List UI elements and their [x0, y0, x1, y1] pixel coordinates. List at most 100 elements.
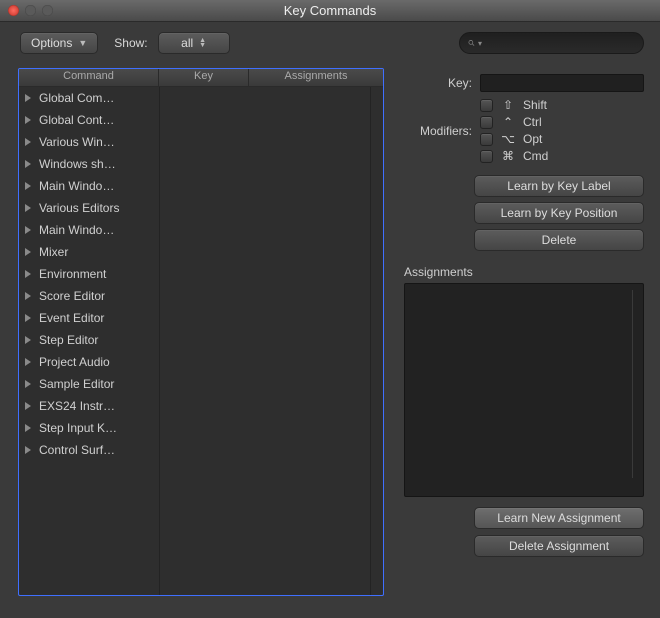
- modifier-symbol: ⌃: [501, 115, 515, 129]
- table-row[interactable]: Sample Editor: [19, 373, 383, 395]
- updown-caret-icon: ▲▼: [199, 38, 206, 48]
- row-label: Project Audio: [39, 355, 157, 369]
- table-header: Command Key Assignments: [19, 69, 383, 87]
- learn-by-key-label-button[interactable]: Learn by Key Label: [474, 175, 644, 197]
- disclosure-triangle-icon[interactable]: [25, 402, 31, 410]
- modifier-row: ⇧ Shift: [480, 98, 644, 112]
- table-row[interactable]: Mixer: [19, 241, 383, 263]
- learn-new-assignment-button[interactable]: Learn New Assignment: [474, 507, 644, 529]
- modifier-name: Cmd: [523, 149, 548, 163]
- table-row[interactable]: Various Editors: [19, 197, 383, 219]
- disclosure-triangle-icon[interactable]: [25, 94, 31, 102]
- assignments-list[interactable]: [404, 283, 644, 497]
- show-value: all: [181, 36, 193, 50]
- modifier-checkbox[interactable]: [480, 133, 493, 146]
- modifier-checkbox[interactable]: [480, 116, 493, 129]
- table-row[interactable]: Global Cont…: [19, 109, 383, 131]
- close-icon[interactable]: [8, 5, 19, 16]
- window-titlebar: Key Commands: [0, 0, 660, 22]
- disclosure-triangle-icon[interactable]: [25, 336, 31, 344]
- search-input[interactable]: [486, 36, 635, 51]
- row-label: Main Windo…: [39, 179, 157, 193]
- zoom-icon[interactable]: [42, 5, 53, 16]
- key-label: Key:: [402, 76, 472, 90]
- disclosure-triangle-icon[interactable]: [25, 292, 31, 300]
- header-key[interactable]: Key: [159, 69, 249, 86]
- modifier-row: ⌘ Cmd: [480, 149, 644, 163]
- row-label: Step Editor: [39, 333, 157, 347]
- row-label: Environment: [39, 267, 157, 281]
- disclosure-triangle-icon[interactable]: [25, 226, 31, 234]
- show-label: Show:: [114, 36, 147, 50]
- delete-button[interactable]: Delete: [474, 229, 644, 251]
- modifier-name: Ctrl: [523, 115, 542, 129]
- row-label: Various Editors: [39, 201, 157, 215]
- table-row[interactable]: Main Windo…: [19, 175, 383, 197]
- modifier-symbol: ⌥: [501, 132, 515, 146]
- row-label: Step Input K…: [39, 421, 157, 435]
- modifiers-label: Modifiers:: [402, 124, 472, 138]
- table-row[interactable]: Windows sh…: [19, 153, 383, 175]
- window-title: Key Commands: [284, 3, 376, 18]
- minimize-icon[interactable]: [25, 5, 36, 16]
- table-row[interactable]: Control Surf…: [19, 439, 383, 461]
- table-row[interactable]: Event Editor: [19, 307, 383, 329]
- modifier-checkbox[interactable]: [480, 150, 493, 163]
- table-row[interactable]: Step Editor: [19, 329, 383, 351]
- modifier-row: ⌃ Ctrl: [480, 115, 644, 129]
- modifier-symbol: ⌘: [501, 149, 515, 163]
- table-row[interactable]: Step Input K…: [19, 417, 383, 439]
- row-label: Global Cont…: [39, 113, 157, 127]
- disclosure-triangle-icon[interactable]: [25, 446, 31, 454]
- header-command[interactable]: Command: [19, 69, 159, 86]
- row-label: Various Win…: [39, 135, 157, 149]
- modifier-checkbox[interactable]: [480, 99, 493, 112]
- disclosure-triangle-icon[interactable]: [25, 138, 31, 146]
- traffic-lights: [8, 5, 53, 16]
- modifier-row: ⌥ Opt: [480, 132, 644, 146]
- toolbar: Options ▼ Show: all ▲▼ ▾: [0, 22, 660, 60]
- row-label: Control Surf…: [39, 443, 157, 457]
- header-assignments[interactable]: Assignments: [249, 69, 383, 86]
- disclosure-triangle-icon[interactable]: [25, 204, 31, 212]
- table-row[interactable]: EXS24 Instr…: [19, 395, 383, 417]
- assignments-heading: Assignments: [398, 261, 648, 283]
- disclosure-triangle-icon[interactable]: [25, 270, 31, 278]
- disclosure-triangle-icon[interactable]: [25, 380, 31, 388]
- table-row[interactable]: Main Windo…: [19, 219, 383, 241]
- options-label: Options: [31, 36, 72, 50]
- row-label: Score Editor: [39, 289, 157, 303]
- detail-panel: Key: Modifiers: ⇧ Shift ⌃ Ctrl ⌥ Opt ⌘ Cmd Lear…: [398, 68, 648, 600]
- search-icon: [468, 37, 475, 49]
- table-row[interactable]: Score Editor: [19, 285, 383, 307]
- modifier-symbol: ⇧: [501, 98, 515, 112]
- table-row[interactable]: Project Audio: [19, 351, 383, 373]
- command-table[interactable]: Command Key Assignments Global Com…Globa…: [18, 68, 384, 596]
- table-row[interactable]: Various Win…: [19, 131, 383, 153]
- options-menu-button[interactable]: Options ▼: [20, 32, 98, 54]
- modifier-name: Shift: [523, 98, 547, 112]
- disclosure-triangle-icon[interactable]: [25, 314, 31, 322]
- search-field[interactable]: ▾: [459, 32, 644, 54]
- show-select[interactable]: all ▲▼: [158, 32, 230, 54]
- key-field[interactable]: [480, 74, 644, 92]
- chevron-down-icon: ▾: [478, 39, 482, 48]
- disclosure-triangle-icon[interactable]: [25, 160, 31, 168]
- disclosure-triangle-icon[interactable]: [25, 424, 31, 432]
- column-divider: [159, 87, 160, 595]
- row-label: Windows sh…: [39, 157, 157, 171]
- table-row[interactable]: Environment: [19, 263, 383, 285]
- table-row[interactable]: Global Com…: [19, 87, 383, 109]
- disclosure-triangle-icon[interactable]: [25, 248, 31, 256]
- delete-assignment-button[interactable]: Delete Assignment: [474, 535, 644, 557]
- row-label: Event Editor: [39, 311, 157, 325]
- modifier-name: Opt: [523, 132, 542, 146]
- table-body: Global Com… Global Cont… Various Win… Windo…: [19, 87, 383, 461]
- disclosure-triangle-icon[interactable]: [25, 116, 31, 124]
- modifiers-list: ⇧ Shift ⌃ Ctrl ⌥ Opt ⌘ Cmd: [480, 98, 644, 163]
- learn-by-key-position-button[interactable]: Learn by Key Position: [474, 202, 644, 224]
- chevron-down-icon: ▼: [78, 38, 87, 48]
- disclosure-triangle-icon[interactable]: [25, 358, 31, 366]
- row-label: Mixer: [39, 245, 157, 259]
- disclosure-triangle-icon[interactable]: [25, 182, 31, 190]
